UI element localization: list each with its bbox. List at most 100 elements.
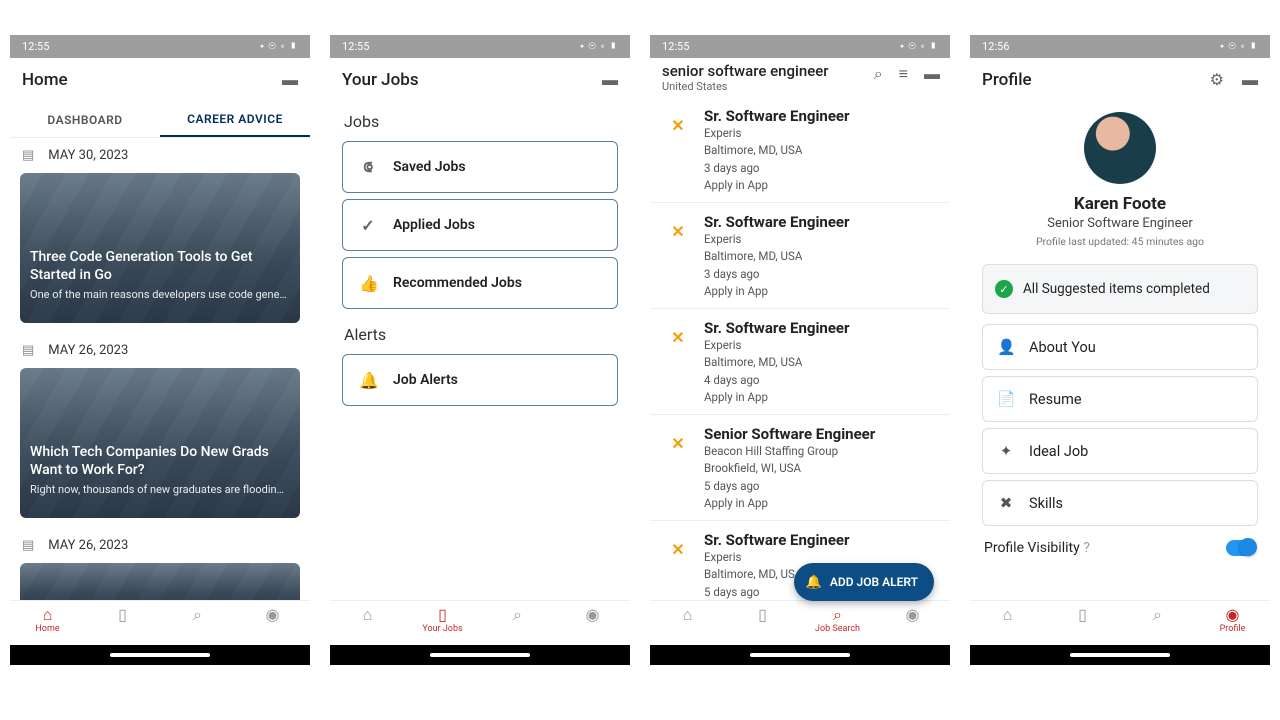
article-feed[interactable]: ▤MAY 30, 2023 Three Code Generation Tool…	[10, 138, 310, 600]
tab-dashboard[interactable]: DASHBOARD	[10, 102, 160, 137]
bottom-nav: ⌂ ▯Your Jobs ⌕ ◉	[330, 600, 630, 645]
nav-your-jobs[interactable]: ▯Your Jobs	[405, 601, 480, 634]
screen-home: 12:55 ⬩ ⊝ ⋄ ▮ Home ▬ DASHBOARD CAREER AD…	[10, 35, 310, 665]
briefcase-icon: ▯	[118, 607, 127, 623]
gesture-bar	[10, 645, 310, 665]
search-query[interactable]: senior software engineer	[662, 62, 829, 80]
profile-updated: Profile last updated: 45 minutes ago	[1036, 235, 1204, 248]
gesture-bar	[330, 645, 630, 665]
job-title: Senior Software Engineer	[704, 425, 875, 443]
job-row[interactable]: ✕Senior Software EngineerBeacon Hill Sta…	[650, 415, 950, 521]
chat-icon[interactable]: ▬	[1242, 70, 1258, 90]
chat-icon[interactable]: ▬	[602, 70, 618, 90]
article-card[interactable]	[20, 563, 300, 600]
status-bar: 12:55 ⬩ ⊝ ⋄ ▮	[330, 35, 630, 58]
filter-icon[interactable]: ≡	[899, 64, 908, 84]
nav-your-jobs[interactable]: ▯	[85, 601, 160, 623]
nav-home[interactable]: ⌂	[970, 601, 1045, 623]
company-logo: ✕	[662, 215, 694, 247]
nav-profile[interactable]: ◉	[555, 601, 630, 623]
briefcase-icon: ▯	[1078, 607, 1087, 623]
avatar[interactable]	[1084, 112, 1156, 184]
nav-profile[interactable]: ◉Profile	[1195, 601, 1270, 634]
saved-jobs-button[interactable]: ⟃Saved Jobs	[342, 141, 618, 193]
job-apply: Apply in App	[704, 495, 875, 512]
nav-profile[interactable]: ◉	[235, 601, 310, 623]
briefcase-icon: ▯	[438, 607, 447, 623]
bottom-nav: ⌂Home ▯ ⌕ ◉	[10, 600, 310, 645]
status-time: 12:55	[662, 40, 689, 53]
job-location: Brookfield, WI, USA	[704, 460, 875, 477]
nav-job-search[interactable]: ⌕Job Search	[800, 601, 875, 634]
status-icons: ⬩ ⊝ ⋄ ▮	[1220, 41, 1258, 52]
status-icons: ⬩ ⊝ ⋄ ▮	[900, 41, 938, 52]
tools-icon: ✖	[997, 494, 1015, 512]
job-row[interactable]: ✕Sr. Software EngineerExperisBaltimore, …	[650, 309, 950, 415]
chat-icon[interactable]: ▬	[924, 64, 940, 84]
nav-your-jobs[interactable]: ▯	[725, 601, 800, 623]
article-card[interactable]: Which Tech Companies Do New Grads Want t…	[20, 368, 300, 518]
status-time: 12:55	[22, 40, 49, 53]
job-location: Baltimore, MD, USA	[704, 142, 850, 159]
job-alerts-button[interactable]: 🔔Job Alerts	[342, 354, 618, 406]
check-circle-icon: ✓	[359, 216, 377, 235]
profile-header: Karen Foote Senior Software Engineer Pro…	[970, 102, 1270, 254]
article-title: Which Tech Companies Do New Grads Want t…	[30, 444, 290, 479]
visibility-toggle[interactable]	[1226, 540, 1256, 556]
job-company: Experis	[704, 231, 850, 248]
nav-home[interactable]: ⌂	[330, 601, 405, 623]
thumbs-up-icon: 👍	[359, 274, 377, 293]
job-age: 5 days ago	[704, 478, 875, 495]
nav-home[interactable]: ⌂	[650, 601, 725, 623]
app-header: Profile ⚙ ▬	[970, 58, 1270, 102]
status-icons: ⬩ ⊝ ⋄ ▮	[580, 41, 618, 52]
section-jobs: Jobs	[330, 102, 630, 135]
gesture-bar	[970, 645, 1270, 665]
nav-job-search[interactable]: ⌕	[1120, 601, 1195, 623]
job-row[interactable]: ✕Sr. Software EngineerExperisBaltimore, …	[650, 203, 950, 309]
job-results[interactable]: ✕ Sr. Software Engineer Experis Baltimore, …	[650, 97, 950, 600]
person-icon: ◉	[586, 607, 600, 623]
nav-your-jobs[interactable]: ▯	[1045, 601, 1120, 623]
job-row[interactable]: ✕Sr. Software EngineerExperisBaltimore, …	[650, 97, 950, 203]
ideal-job-row[interactable]: ✦Ideal Job	[982, 428, 1258, 474]
search-icon: ⌕	[1153, 607, 1162, 623]
applied-jobs-button[interactable]: ✓Applied Jobs	[342, 199, 618, 251]
job-apply: Apply in App	[704, 389, 850, 406]
chat-icon[interactable]: ▬	[282, 70, 298, 90]
help-icon[interactable]: ?	[1083, 540, 1090, 556]
search-icon[interactable]: ⌕	[874, 64, 883, 84]
job-title: Sr. Software Engineer	[704, 319, 850, 337]
nav-job-search[interactable]: ⌕	[480, 601, 555, 623]
home-icon: ⌂	[43, 607, 53, 623]
job-company: Beacon Hill Staffing Group	[704, 443, 875, 460]
app-header: Your Jobs ▬	[330, 58, 630, 102]
job-location: Baltimore, MD, USA	[704, 354, 850, 371]
status-bar: 12:55 ⬩ ⊝ ⋄ ▮	[10, 35, 310, 58]
screen-job-search: 12:55 ⬩ ⊝ ⋄ ▮ senior software engineer U…	[650, 35, 950, 665]
job-title: Sr. Software Engineer	[704, 107, 850, 125]
recommended-jobs-button[interactable]: 👍Recommended Jobs	[342, 257, 618, 309]
tabs: DASHBOARD CAREER ADVICE	[10, 102, 310, 138]
status-time: 12:55	[342, 40, 369, 53]
status-bar: 12:55 ⬩ ⊝ ⋄ ▮	[650, 35, 950, 58]
search-location[interactable]: United States	[662, 80, 829, 93]
article-card[interactable]: Three Code Generation Tools to Get Start…	[20, 173, 300, 323]
status-icons: ⬩ ⊝ ⋄ ▮	[260, 41, 298, 52]
company-logo: ✕	[662, 533, 694, 565]
tab-career-advice[interactable]: CAREER ADVICE	[160, 102, 310, 137]
resume-row[interactable]: 📄Resume	[982, 376, 1258, 422]
add-job-alert-button[interactable]: 🔔 ADD JOB ALERT	[794, 563, 934, 601]
bookmark-icon: ⟃	[359, 157, 377, 177]
app-header: Home ▬	[10, 58, 310, 102]
nav-job-search[interactable]: ⌕	[160, 601, 235, 623]
gesture-bar	[650, 645, 950, 665]
news-icon: ▤	[22, 148, 34, 163]
nav-home[interactable]: ⌂Home	[10, 601, 85, 634]
article-subtitle: Right now, thousands of new graduates ar…	[30, 483, 290, 496]
skills-row[interactable]: ✖Skills	[982, 480, 1258, 526]
gear-icon[interactable]: ⚙	[1210, 70, 1224, 90]
nav-profile[interactable]: ◉	[875, 601, 950, 623]
bell-icon: 🔔	[359, 371, 377, 390]
about-you-row[interactable]: 👤About You	[982, 324, 1258, 370]
